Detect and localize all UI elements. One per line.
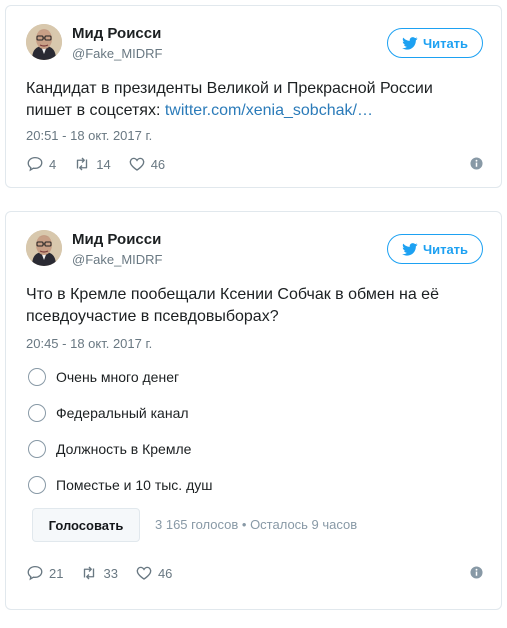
poll-option[interactable]: Поместье и 10 тыс. душ <box>28 473 212 497</box>
heart-icon <box>136 566 152 580</box>
follow-button[interactable]: Читать <box>387 234 483 264</box>
poll-option-label: Должность в Кремле <box>56 441 192 457</box>
author-name[interactable]: Мид Роисси <box>72 231 161 248</box>
radio-button[interactable] <box>28 368 46 386</box>
info-icon[interactable] <box>470 566 483 579</box>
like-count: 46 <box>157 565 173 581</box>
reply-count: 4 <box>49 156 57 172</box>
retweet-button[interactable]: 33 <box>80 564 118 582</box>
like-count: 46 <box>150 156 166 172</box>
poll-option[interactable]: Должность в Кремле <box>28 437 191 461</box>
tweet-text: Что в Кремле пообещали Ксении Собчак в о… <box>26 286 439 325</box>
retweet-icon <box>84 566 95 580</box>
avatar[interactable] <box>26 24 62 60</box>
like-button[interactable]: 46 <box>128 155 165 173</box>
info-icon[interactable] <box>470 157 483 170</box>
reply-button[interactable]: 4 <box>26 155 56 173</box>
author-name[interactable]: Мид Роисси <box>72 25 161 42</box>
poll-option-label: Федеральный канал <box>56 405 189 421</box>
follow-button[interactable]: Читать <box>387 28 483 58</box>
radio-button[interactable] <box>28 476 46 494</box>
follow-label: Читать <box>422 35 469 51</box>
timestamp[interactable]: 20:45 - 18 окт. 2017 г. <box>26 336 152 351</box>
poll-option[interactable]: Очень много денег <box>28 365 179 389</box>
reply-icon <box>27 565 43 581</box>
twitter-bird-icon <box>402 37 418 50</box>
action-bar: 21 33 46 <box>26 563 483 583</box>
tweet-text: Кандидат в президенты Великой и Прекрасн… <box>26 78 483 122</box>
avatar[interactable] <box>26 230 62 266</box>
poll-option-label: Очень много денег <box>56 369 180 385</box>
action-bar: 4 14 46 <box>26 154 483 174</box>
tweet-link[interactable]: twitter.com/xenia_sobchak/… <box>165 102 373 119</box>
radio-button[interactable] <box>28 404 46 422</box>
radio-button[interactable] <box>28 440 46 458</box>
heart-icon <box>129 157 145 171</box>
follow-label: Читать <box>422 241 469 257</box>
like-button[interactable]: 46 <box>135 564 172 582</box>
reply-icon <box>27 156 43 172</box>
retweet-button[interactable]: 14 <box>73 155 111 173</box>
retweet-icon <box>77 157 88 171</box>
author-handle[interactable]: @Fake_MIDRF <box>72 46 163 61</box>
tweet-card: Мид Роисси @Fake_MIDRF Читать Что в Крем… <box>5 211 502 610</box>
tweet-card: Мид Роисси @Fake_MIDRF Читать Кандидат в… <box>5 5 502 188</box>
poll-meta: 3 165 голосов • Осталось 9 часов <box>155 517 358 532</box>
twitter-bird-icon <box>402 243 418 256</box>
vote-button[interactable]: Голосовать <box>32 508 140 542</box>
timestamp[interactable]: 20:51 - 18 окт. 2017 г. <box>26 128 152 143</box>
retweet-count: 33 <box>103 565 118 581</box>
poll-option-label: Поместье и 10 тыс. душ <box>56 477 213 493</box>
poll-option[interactable]: Федеральный канал <box>28 401 189 425</box>
retweet-count: 14 <box>96 156 111 172</box>
reply-button[interactable]: 21 <box>26 564 63 582</box>
author-handle[interactable]: @Fake_MIDRF <box>72 252 163 267</box>
reply-count: 21 <box>49 565 64 581</box>
